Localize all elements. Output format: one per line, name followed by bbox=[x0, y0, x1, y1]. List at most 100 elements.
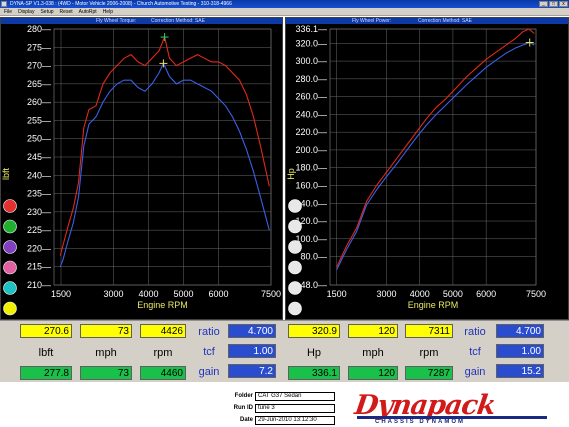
date-field: 29-Jun-2010 13:12:30 bbox=[255, 416, 335, 425]
power-gain-label: gain bbox=[464, 366, 486, 378]
torque-ytick-label: 275— bbox=[27, 42, 51, 52]
torque-unit-label: lbft bbox=[38, 347, 54, 359]
run-id-field[interactable]: tune 3 bbox=[255, 404, 335, 413]
logo-subtitle: CHASSIS DYNAMOM bbox=[375, 419, 466, 425]
power-run-button bbox=[288, 281, 302, 295]
power-ytick-label: 260.0— bbox=[295, 92, 327, 102]
torque-peak-mph-field: 73 bbox=[80, 366, 132, 380]
torque-graph-panel: Fly Wheel Torque: Correction Method: SAE… bbox=[0, 17, 283, 320]
window-titlebar: DYNA-SP V1.3-038 : (4WD - Motor Vehicle … bbox=[0, 0, 569, 8]
logo-brand: Dynapack bbox=[352, 390, 497, 421]
torque-gain-label: gain bbox=[198, 366, 220, 378]
torque-ytick-label: 235— bbox=[27, 189, 51, 199]
power-ytick-label: 80.0— bbox=[300, 252, 327, 262]
torque-value-field: 270.6 bbox=[20, 324, 72, 338]
torque-xtick-label: 7500 bbox=[261, 289, 281, 299]
torque-ytick-label: 265— bbox=[27, 79, 51, 89]
power-tcf-field[interactable]: 1.00 bbox=[496, 344, 544, 358]
power-series-line-1 bbox=[336, 28, 535, 268]
power-ytick-label: 300.0— bbox=[295, 56, 327, 66]
torque-tcf-field[interactable]: 1.00 bbox=[228, 344, 276, 358]
power-ytick-label: 200.0— bbox=[295, 145, 327, 155]
power-yaxis-label: Hp bbox=[286, 168, 296, 180]
menu-file[interactable]: File bbox=[4, 8, 12, 15]
torque-ytick-label: 260— bbox=[27, 97, 51, 107]
power-xtick-label: 1500 bbox=[327, 289, 347, 299]
power-ytick-label: 48.0— bbox=[300, 280, 327, 290]
torque-ytick-label: 280— bbox=[27, 24, 51, 34]
torque-tcf-label: tcf bbox=[203, 346, 215, 358]
power-xtick-label: 7500 bbox=[526, 289, 546, 299]
power-xtick-label: 3000 bbox=[376, 289, 396, 299]
run-id-label: Run ID bbox=[233, 405, 253, 411]
power-mph-label: mph bbox=[362, 347, 384, 359]
torque-run-button bbox=[3, 301, 17, 316]
power-ytick-label: 160.0— bbox=[295, 180, 327, 190]
power-rpm-field: 7311 bbox=[405, 324, 453, 338]
torque-gain-field: 7.2 bbox=[228, 364, 276, 378]
power-peak-field: 336.1 bbox=[288, 366, 340, 380]
torque-xaxis-label: Engine RPM bbox=[137, 300, 188, 310]
menu-help[interactable]: Help bbox=[103, 8, 113, 15]
power-ytick-label: 280.0— bbox=[295, 74, 327, 84]
torque-ratio-label: ratio bbox=[198, 326, 220, 338]
torque-ytick-label: 270— bbox=[27, 61, 51, 71]
power-run-button bbox=[288, 240, 302, 254]
torque-series-line-1 bbox=[59, 35, 270, 256]
power-ytick-label: 220.0— bbox=[295, 127, 327, 137]
torque-ytick-label: 230— bbox=[27, 207, 51, 217]
torque-ytick-label: 215— bbox=[27, 262, 51, 272]
power-ytick-label: 336.1— bbox=[295, 24, 327, 34]
maximize-button[interactable]: □ bbox=[549, 1, 558, 7]
power-ytick-label: 100.0— bbox=[295, 234, 327, 244]
folder-field[interactable]: CAT G37 Sedan bbox=[255, 392, 335, 401]
power-plot-frame bbox=[329, 28, 537, 286]
power-run-button bbox=[288, 260, 302, 275]
torque-run-button bbox=[3, 260, 17, 275]
dynapack-logo: Dynapack CHASSIS DYNAMOM bbox=[352, 390, 560, 426]
torque-ytick-label: 210— bbox=[27, 280, 51, 290]
power-ratio-field[interactable]: 4.700 bbox=[496, 324, 544, 338]
menu-bar: File Display Setup Reset AutoRpt Help bbox=[0, 8, 569, 16]
torque-mph-field: 73 bbox=[80, 324, 132, 338]
power-peak-rpm-field: 7287 bbox=[405, 366, 453, 380]
torque-run-button bbox=[3, 240, 17, 254]
power-unit-label: Hp bbox=[306, 347, 322, 359]
menu-setup[interactable]: Setup bbox=[40, 8, 53, 15]
torque-ratio-field[interactable]: 4.700 bbox=[228, 324, 276, 338]
close-button[interactable]: x bbox=[559, 1, 568, 7]
power-peak-marker bbox=[525, 38, 534, 47]
minimize-button[interactable]: _ bbox=[539, 1, 548, 7]
power-run-button bbox=[288, 301, 302, 316]
torque-peak-marker bbox=[160, 33, 169, 42]
torque-run-button bbox=[3, 219, 17, 234]
power-xtick-label: 4000 bbox=[410, 289, 430, 299]
menu-display[interactable]: Display bbox=[18, 8, 34, 15]
torque-ytick-label: 255— bbox=[27, 115, 51, 125]
torque-xtick-label: 4000 bbox=[138, 289, 158, 299]
power-xtick-label: 5000 bbox=[443, 289, 463, 299]
power-graph-panel: Fly Wheel Power: Correction Method: SAE … bbox=[285, 17, 569, 320]
power-xtick-label: 6000 bbox=[476, 289, 496, 299]
torque-chart: 280— 275— 270— 265— 260— 255— 250— 245— 240— 235—… bbox=[1, 24, 281, 316]
power-run-button bbox=[288, 199, 302, 213]
menu-autorpt[interactable]: AutoRpt bbox=[79, 8, 97, 15]
torque-ytick-label: 220— bbox=[27, 243, 51, 253]
torque-series-line-2 bbox=[59, 62, 270, 267]
torque-ytick-label: 245— bbox=[27, 152, 51, 162]
torque-ytick-label: 250— bbox=[27, 134, 51, 144]
power-mph-field: 120 bbox=[348, 324, 398, 338]
power-ytick-label: 320.0— bbox=[295, 38, 327, 48]
power-gain-field: 15.2 bbox=[496, 364, 544, 378]
torque-run-button bbox=[3, 281, 17, 295]
menu-reset[interactable]: Reset bbox=[60, 8, 73, 15]
app-icon bbox=[1, 1, 7, 7]
torque-run-button bbox=[3, 199, 17, 213]
power-peak-mph-field: 120 bbox=[348, 366, 398, 380]
power-xaxis-label: Engine RPM bbox=[408, 300, 459, 310]
torque-peak-marker bbox=[159, 59, 168, 68]
torque-ytick-label: 240— bbox=[27, 170, 51, 180]
folder-label: Folder bbox=[234, 393, 253, 399]
power-run-button bbox=[288, 219, 302, 234]
torque-yaxis-label: lbft bbox=[1, 168, 11, 181]
